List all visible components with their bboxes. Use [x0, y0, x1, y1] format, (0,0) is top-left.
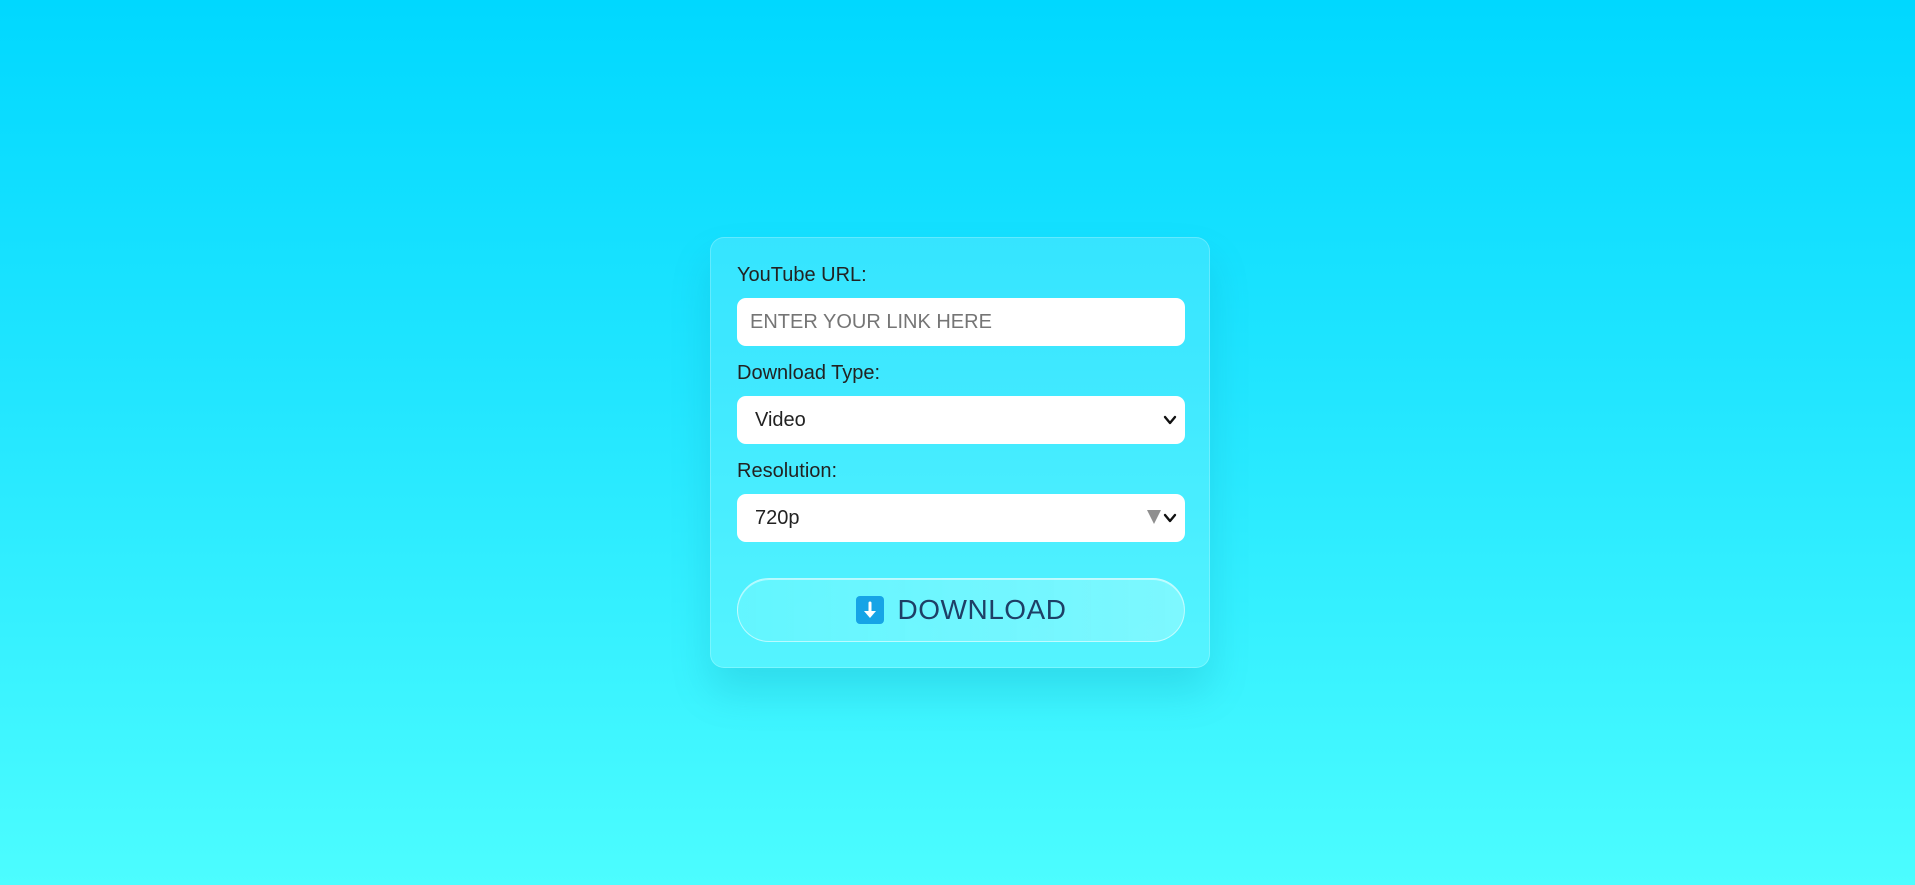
download-type-select[interactable]: Video [737, 396, 1185, 444]
download-arrow-icon [855, 596, 884, 624]
chevron-down-icon [1160, 410, 1180, 430]
resolution-select[interactable]: 720p [737, 494, 1185, 542]
download-type-value: Video [755, 409, 806, 431]
downloader-form-card: YouTube URL: Download Type: Video Resolu… [710, 237, 1210, 668]
download-type-label: Download Type: [737, 362, 881, 384]
triangle-down-icon [1147, 510, 1161, 524]
resolution-value: 720p [755, 507, 800, 529]
resolution-label: Resolution: [737, 460, 838, 482]
chevron-down-icon [1160, 508, 1180, 528]
download-button[interactable]: DOWNLOAD [737, 578, 1185, 642]
youtube-url-label: YouTube URL: [737, 264, 867, 286]
youtube-url-input[interactable] [737, 298, 1185, 346]
download-button-label: DOWNLOAD [897, 594, 1067, 625]
